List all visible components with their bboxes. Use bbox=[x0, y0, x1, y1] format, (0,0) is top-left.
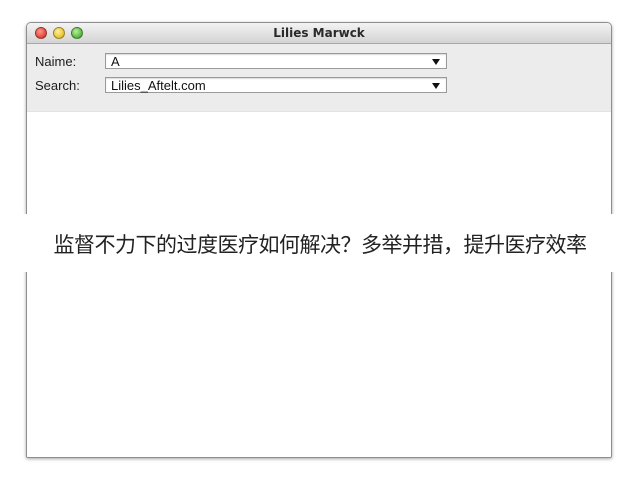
search-label: Search: bbox=[35, 78, 80, 93]
name-label: Naime: bbox=[35, 54, 77, 69]
content-area bbox=[27, 112, 611, 457]
caption-text: 监督不力下的过度医疗如何解决？多举并措，提升医疗效率 bbox=[53, 233, 588, 257]
search-dropdown[interactable]: Lilies_Aftelt.com bbox=[105, 77, 447, 93]
chevron-down-icon bbox=[432, 59, 440, 65]
form-panel: Naime: A Search: Lilies_Aftelt.com bbox=[27, 44, 611, 112]
name-dropdown-value: A bbox=[111, 54, 120, 69]
search-dropdown-value: Lilies_Aftelt.com bbox=[111, 78, 206, 93]
title-bar[interactable]: Lilies Marwck bbox=[27, 23, 611, 44]
search-row: Search: Lilies_Aftelt.com bbox=[27, 76, 611, 96]
chevron-down-icon bbox=[432, 83, 440, 89]
window-title: Lilies Marwck bbox=[273, 26, 365, 40]
name-dropdown[interactable]: A bbox=[105, 53, 447, 69]
name-row: Naime: A bbox=[27, 52, 611, 72]
